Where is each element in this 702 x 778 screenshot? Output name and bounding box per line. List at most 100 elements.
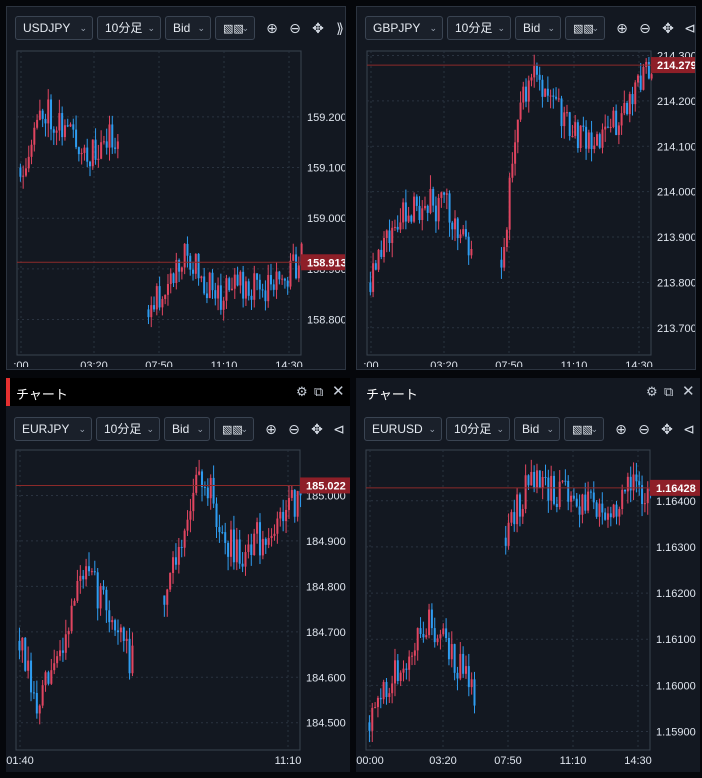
candle-body — [596, 134, 599, 146]
symbol-select[interactable]: EURJPY ⌄ — [14, 417, 92, 441]
candle-body — [604, 512, 607, 520]
candle-body — [538, 470, 541, 488]
chart-type-select[interactable]: ▧▧ ⌄ — [564, 417, 604, 441]
candle-body — [609, 126, 612, 128]
overflow-icon[interactable]: ⟫ — [329, 16, 345, 40]
zoom-out-icon[interactable]: ⊖ — [283, 417, 305, 441]
move-icon[interactable]: ✥ — [306, 417, 328, 441]
candle-body — [166, 589, 169, 605]
price-type-label: Bid — [522, 422, 540, 436]
candlestick-chart[interactable]: 1.16400 1.16300 1.16200 1.16100 1.16000 1.159… — [356, 448, 700, 770]
candle-body — [464, 229, 467, 237]
zoom-in-icon[interactable]: ⊕ — [610, 417, 632, 441]
candle-body — [456, 218, 459, 239]
candle-body — [418, 205, 421, 221]
price-type-select[interactable]: Bid ⌄ — [515, 16, 561, 40]
settings-icon[interactable]: ⚙ — [646, 384, 658, 400]
candle-body — [413, 196, 416, 222]
timeframe-select[interactable]: 10分足 ⌄ — [447, 16, 511, 40]
candle-body — [430, 609, 433, 629]
price-type-select[interactable]: Bid ⌄ — [165, 16, 211, 40]
zoom-in-icon[interactable]: ⊕ — [611, 16, 633, 40]
price-type-label: Bid — [523, 21, 541, 35]
candle-body — [186, 243, 189, 256]
symbol-select[interactable]: EURUSD ⌄ — [364, 417, 442, 441]
candle-body — [399, 672, 402, 681]
candle-body — [538, 74, 541, 80]
timeframe-select[interactable]: 10分足 ⌄ — [97, 16, 161, 40]
zoom-out-icon[interactable]: ⊖ — [633, 417, 655, 441]
candle-body — [436, 638, 439, 643]
price-type-select[interactable]: Bid ⌄ — [164, 417, 210, 441]
price-type-select[interactable]: Bid ⌄ — [514, 417, 560, 441]
symbol-select[interactable]: GBPJPY ⌄ — [365, 16, 443, 40]
candle-body — [87, 566, 91, 572]
candle-body — [105, 589, 108, 611]
panel-titlebar[interactable]: チャート ⚙ ⧉ ✕ — [356, 378, 700, 406]
candle-body — [269, 275, 272, 285]
candle-body — [30, 144, 33, 157]
candle-body — [131, 645, 134, 674]
symbol-label: USDJPY — [23, 21, 71, 35]
candle-body — [53, 663, 56, 671]
current-price-label: 1.16428 — [656, 483, 696, 495]
candlestick-chart[interactable]: 185.000184.900184.800184.700184.600184.5… — [6, 448, 350, 770]
popout-icon[interactable]: ⧉ — [314, 384, 323, 400]
zoom-out-icon[interactable]: ⊖ — [284, 16, 306, 40]
popout-icon[interactable]: ⧉ — [664, 384, 673, 400]
y-tick-label: 1.16000 — [656, 680, 696, 692]
candle-body — [470, 248, 473, 256]
candle-body — [560, 98, 563, 127]
move-icon[interactable]: ✥ — [657, 16, 679, 40]
move-icon[interactable]: ✥ — [307, 16, 329, 40]
candle-body — [38, 110, 41, 120]
candle-body — [180, 546, 183, 548]
zoom-in-icon[interactable]: ⊕ — [261, 16, 283, 40]
candle-body — [402, 668, 405, 673]
candle-body — [82, 575, 85, 580]
candle-body — [244, 552, 247, 567]
candle-body — [547, 477, 550, 501]
candle-body — [564, 480, 567, 482]
overflow-icon[interactable]: ⊲ — [679, 16, 695, 40]
chevron-down-icon: ⌄ — [240, 424, 248, 434]
candle-body — [574, 122, 577, 136]
candle-body — [69, 124, 72, 127]
candle-body — [447, 638, 450, 660]
candle-body — [119, 627, 122, 633]
close-icon[interactable]: ✕ — [332, 384, 345, 400]
x-tick-label: 14:30 — [625, 360, 653, 367]
candle-body — [66, 125, 69, 127]
move-icon[interactable]: ✥ — [656, 417, 678, 441]
candle-body — [261, 538, 264, 556]
candle-body — [434, 205, 437, 222]
zoom-out-icon[interactable]: ⊖ — [634, 16, 656, 40]
timeframe-select[interactable]: 10分足 ⌄ — [96, 417, 160, 441]
candle-body — [549, 95, 552, 97]
chart-type-select[interactable]: ▧▧ ⌄ — [565, 16, 605, 40]
panel-titlebar[interactable]: チャート ⚙ ⧉ ✕ — [6, 378, 350, 406]
candle-body — [513, 512, 516, 525]
candlestick-chart[interactable]: 214.300214.200214.100214.000213.900213.8… — [357, 47, 695, 367]
timeframe-label: 10分足 — [454, 422, 492, 436]
settings-icon[interactable]: ⚙ — [296, 384, 308, 400]
close-icon[interactable]: ✕ — [682, 384, 695, 400]
overflow-icon[interactable]: ⊲ — [678, 417, 700, 441]
candle-body — [382, 681, 385, 700]
candle-body — [388, 230, 391, 243]
symbol-select[interactable]: USDJPY ⌄ — [15, 16, 93, 40]
timeframe-select[interactable]: 10分足 ⌄ — [446, 417, 510, 441]
zoom-in-icon[interactable]: ⊕ — [260, 417, 282, 441]
candle-body — [581, 494, 584, 515]
chart-type-select[interactable]: ▧▧ ⌄ — [215, 16, 255, 40]
candlestick-chart[interactable]: 159.200159.100159.000158.900158.800:0003… — [7, 47, 345, 367]
candle-body — [221, 532, 224, 534]
candle-body — [379, 697, 382, 700]
y-tick-label: 184.600 — [306, 672, 346, 684]
chart-type-select[interactable]: ▧▧ ⌄ — [214, 417, 254, 441]
candle-body — [250, 544, 253, 556]
y-tick-label: 159.100 — [307, 163, 345, 175]
chevron-down-icon: ⌄ — [428, 424, 436, 434]
candle-body — [180, 267, 183, 272]
overflow-icon[interactable]: ⊲ — [328, 417, 350, 441]
